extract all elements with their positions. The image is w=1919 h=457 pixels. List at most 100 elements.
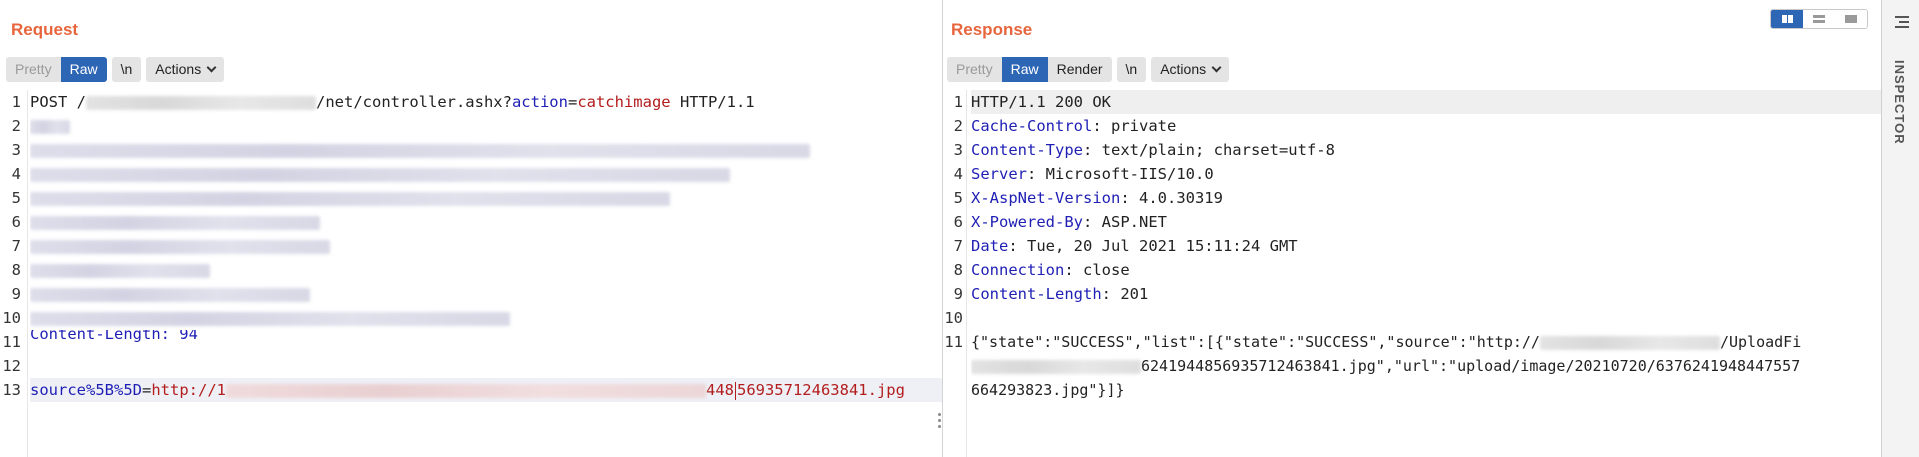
inspector-label[interactable]: INSPECTOR — [1892, 60, 1907, 145]
chevron-down-icon — [1211, 62, 1222, 73]
line-number: 12 — [2, 357, 21, 375]
columns-icon — [1782, 15, 1787, 23]
response-code: HTTP/1.1 200 OK Cache-Control: private C… — [971, 90, 1881, 457]
response-actions-menu[interactable]: Actions — [1151, 57, 1230, 82]
header-value: Microsoft-IIS/10.0 — [1036, 165, 1214, 183]
header-value: close — [1073, 261, 1130, 279]
redacted-text — [30, 215, 320, 230]
line-number: 11 — [944, 333, 963, 351]
request-pretty-button[interactable]: Pretty — [6, 57, 61, 82]
header-value: 201 — [1111, 285, 1149, 303]
redacted-host — [1539, 335, 1720, 350]
request-header-redacted — [30, 114, 942, 138]
request-editor[interactable]: 1 2 3 4 5 6 7 8 9 10 11 12 13 POST / /net… — [0, 90, 942, 457]
header-name: Content-Type — [971, 141, 1083, 159]
request-toolbar: Pretty Raw \n Actions — [6, 57, 225, 82]
body-equals: = — [141, 381, 152, 399]
line-number: 9 — [953, 285, 963, 303]
response-newline-toggle[interactable]: \n — [1116, 57, 1147, 82]
request-header-redacted — [30, 306, 942, 330]
line-number: 3 — [11, 141, 21, 159]
inspector-sidebar[interactable]: INSPECTOR — [1881, 0, 1919, 457]
request-raw-button[interactable]: Raw — [60, 57, 107, 82]
header-name: X-AspNet-Version — [971, 189, 1121, 207]
response-body-line-1: {"state":"SUCCESS","list":[{"state":"SUC… — [971, 330, 1881, 354]
header-value: Tue, 20 Jul 2021 15:11:24 GMT — [1017, 237, 1298, 255]
line-number: 8 — [953, 261, 963, 279]
request-actions-menu[interactable]: Actions — [146, 57, 225, 82]
header-name: Connection — [971, 261, 1065, 279]
request-method: POST / — [30, 93, 86, 111]
line-number: 2 — [953, 117, 963, 135]
request-header-redacted — [30, 234, 942, 258]
inspector-menu-icon[interactable] — [1895, 16, 1909, 31]
response-header: Cache-Control: private — [971, 117, 1177, 135]
response-header: Content-Type: text/plain; charset=utf-8 — [971, 141, 1335, 159]
header-value: text/plain; charset=utf-8 — [1092, 141, 1335, 159]
redacted-text — [30, 191, 670, 206]
request-actions-label: Actions — [155, 61, 202, 77]
redacted-text — [30, 143, 810, 158]
redacted-text — [30, 239, 330, 254]
request-line-12 — [30, 346, 942, 378]
query-equals: = — [567, 93, 578, 111]
header-value: private — [1101, 117, 1177, 135]
request-newline-toggle[interactable]: \n — [111, 57, 142, 82]
response-header: Connection: close — [971, 261, 1130, 279]
body-url-mid: 448 — [705, 381, 734, 399]
request-title: Request — [11, 20, 79, 39]
response-raw-button[interactable]: Raw — [1001, 57, 1048, 82]
line-number: 7 — [953, 237, 963, 255]
response-header: Content-Length: 201 — [971, 285, 1149, 303]
single-pane-icon — [1845, 15, 1857, 23]
layout-side-by-side-button[interactable] — [1771, 10, 1803, 28]
request-header-redacted — [30, 186, 942, 210]
header-name: Server — [971, 165, 1027, 183]
response-blank-line — [971, 306, 1881, 330]
line-number: 6 — [11, 213, 21, 231]
layout-switcher — [1770, 9, 1868, 29]
response-status-line: HTTP/1.1 200 OK — [971, 90, 1881, 114]
response-body-line-2: 6241944856935712463841.jpg","url":"uploa… — [971, 354, 1881, 378]
line-number: 10 — [944, 309, 963, 327]
redacted-text — [30, 167, 730, 182]
header-name: Cache-Control — [971, 117, 1093, 135]
request-header-redacted — [30, 162, 942, 186]
response-line-gutter: 1 2 3 4 5 6 7 8 9 10 11 — [944, 90, 967, 457]
pane-resize-handle[interactable] — [937, 413, 943, 433]
response-editor[interactable]: 1 2 3 4 5 6 7 8 9 10 11 HTTP/1.1 200 OK … — [944, 90, 1881, 457]
query-param-name: action — [511, 93, 568, 111]
request-line-gutter: 1 2 3 4 5 6 7 8 9 10 11 12 13 — [0, 90, 28, 457]
redacted-host — [86, 95, 316, 110]
response-body-part: /UploadFi — [1719, 333, 1802, 351]
line-number: 1 — [953, 93, 963, 111]
layout-tabs-button[interactable] — [1835, 10, 1867, 28]
header-name: Date — [971, 237, 1009, 255]
response-header: Date: Tue, 20 Jul 2021 15:11:24 GMT — [971, 237, 1298, 255]
body-url-start: http://1 — [151, 381, 226, 399]
request-line-11: Content-Length: 94 — [30, 330, 942, 346]
line-number: 10 — [2, 309, 21, 327]
layout-stacked-button[interactable] — [1803, 10, 1835, 28]
redacted-text — [30, 311, 510, 326]
request-line-13: source%5B%5D=http://1 448 56935712463841.j… — [30, 378, 942, 402]
response-view-toggle: Pretty Raw Render — [947, 57, 1112, 82]
response-render-button[interactable]: Render — [1047, 57, 1112, 82]
response-pretty-button[interactable]: Pretty — [947, 57, 1002, 82]
line-number: 4 — [11, 165, 21, 183]
response-header: Server: Microsoft-IIS/10.0 — [971, 165, 1214, 183]
header-value: ASP.NET — [1092, 213, 1167, 231]
request-header-redacted — [30, 210, 942, 234]
rows-icon — [1813, 15, 1825, 18]
line-number: 7 — [11, 237, 21, 255]
line-number: 5 — [11, 189, 21, 207]
line-number: 2 — [11, 117, 21, 135]
response-actions-label: Actions — [1160, 61, 1207, 77]
line-number: 6 — [953, 213, 963, 231]
chevron-down-icon — [206, 62, 217, 73]
response-title: Response — [951, 20, 1033, 39]
header-value: 4.0.30319 — [1129, 189, 1223, 207]
response-body-part: 6241944856935712463841.jpg","url":"uploa… — [1141, 357, 1801, 375]
query-param-value: catchimage — [577, 93, 671, 111]
redacted-path — [971, 359, 1141, 374]
